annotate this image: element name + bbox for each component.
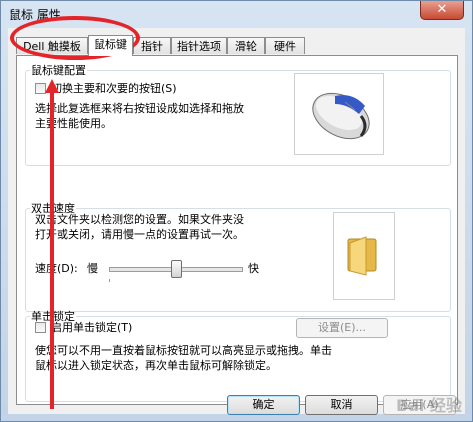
- close-icon[interactable]: ✕: [437, 2, 448, 17]
- tab-panel-mouse-buttons: 鼠标键配置 切换主要和次要的按钮(S) 选择此复选框来将右按钮设成如选择和拖放 …: [16, 55, 458, 405]
- button-config-description-1: 选择此复选框来将右按钮设成如选择和拖放: [35, 102, 244, 115]
- click-lock-label[interactable]: 启用单击锁定(T): [51, 321, 132, 335]
- mouse-image: [294, 73, 384, 155]
- switch-buttons-label[interactable]: 切换主要和次要的按钮(S): [51, 82, 177, 96]
- button-config-legend: 鼠标键配置: [31, 64, 86, 77]
- red-arrow-icon: [45, 79, 59, 409]
- slider-ticks: [109, 279, 243, 281]
- double-click-test-area[interactable]: [333, 212, 395, 300]
- cancel-button[interactable]: 取消: [305, 395, 378, 415]
- tab-wheel[interactable]: 滑轮: [227, 37, 265, 54]
- tab-hardware[interactable]: 硬件: [265, 37, 305, 54]
- click-lock-settings-button[interactable]: 设置(E)...: [296, 318, 388, 338]
- mouse-properties-window: 鼠标 属性 ✕ Dell 触摸板 鼠标键 指针 指针选项 滑轮 硬件 鼠标键配置…: [0, 0, 473, 422]
- double-click-description-2: 打开或关闭，请用慢一点的设置再试一次。: [35, 228, 244, 241]
- watermark: Bai 经验: [395, 396, 462, 415]
- fast-label: 快: [248, 262, 259, 275]
- close-button[interactable]: ✕: [420, 1, 464, 20]
- click-lock-description-2: 鼠标以进入锁定状态，再次单击鼠标可解除锁定。: [35, 359, 277, 372]
- double-click-description-1: 双击文件夹以检测您的设置。如果文件夹没: [35, 213, 244, 226]
- click-lock-description-1: 使您可以不用一直按着鼠标按钮就可以高亮显示或拖拽。单击: [35, 344, 332, 357]
- folder-icon[interactable]: [334, 213, 394, 299]
- mouse-icon: [312, 92, 370, 140]
- double-click-speed-slider[interactable]: [109, 258, 243, 282]
- tab-mouse-buttons[interactable]: 鼠标键: [88, 35, 133, 56]
- slider-thumb[interactable]: [171, 260, 182, 278]
- ok-button[interactable]: 确定: [227, 395, 300, 415]
- dialog-client-area: Dell 触摸板 鼠标键 指针 指针选项 滑轮 硬件 鼠标键配置 切换主要和次要…: [8, 28, 465, 415]
- tab-pointer-options[interactable]: 指针选项: [171, 37, 227, 54]
- slow-label: 慢: [87, 262, 98, 275]
